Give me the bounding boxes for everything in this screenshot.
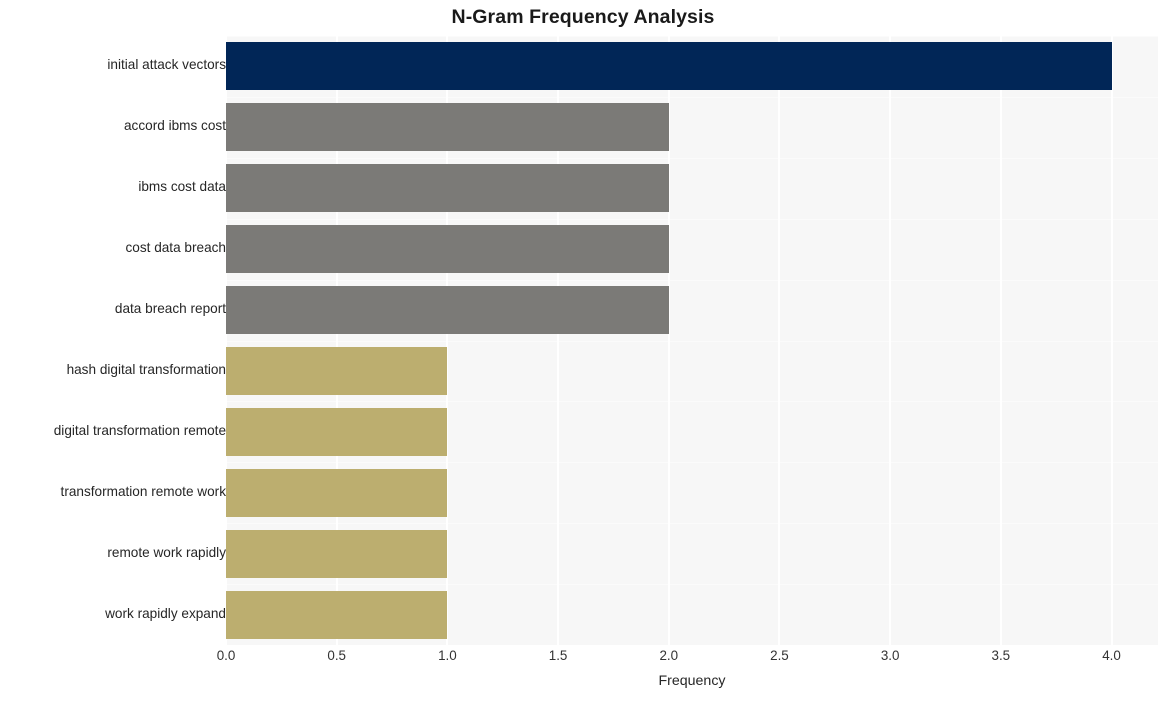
y-tick-label: remote work rapidly — [107, 544, 226, 560]
x-tick-label: 2.0 — [659, 648, 679, 663]
horizontal-gridline — [226, 219, 1158, 220]
horizontal-gridline — [226, 401, 1158, 402]
bar — [226, 346, 448, 395]
bar — [226, 42, 1112, 91]
x-tick-label: 0.0 — [216, 648, 236, 663]
horizontal-gridline — [226, 462, 1158, 463]
y-tick-label: ibms cost data — [138, 179, 226, 195]
bar — [226, 164, 669, 213]
bar — [226, 468, 448, 517]
x-tick-label: 3.0 — [880, 648, 900, 663]
horizontal-gridline — [226, 523, 1158, 524]
vertical-gridline — [1110, 36, 1113, 645]
horizontal-gridline — [226, 341, 1158, 342]
x-tick-label: 0.5 — [327, 648, 346, 663]
x-axis-label: Frequency — [658, 673, 726, 689]
vertical-gridline — [778, 36, 781, 645]
chart-figure: N-Gram Frequency Analysis initial attack… — [0, 0, 1166, 701]
horizontal-gridline — [226, 584, 1158, 585]
bar — [226, 103, 669, 152]
chart-title: N-Gram Frequency Analysis — [451, 6, 715, 28]
vertical-gridline — [999, 36, 1002, 645]
horizontal-gridline — [226, 36, 1158, 37]
x-tick-label: 1.5 — [548, 648, 568, 663]
bar — [226, 529, 448, 578]
vertical-gridline — [889, 36, 892, 645]
x-tick-label: 1.0 — [438, 648, 457, 663]
y-tick-label: digital transformation remote — [53, 422, 226, 438]
y-tick-label: hash digital transformation — [66, 361, 226, 377]
y-tick-label: data breach report — [114, 301, 226, 317]
x-axis-tick-labels: 0.0 0.5 1.0 1.5 2.0 2.5 3.0 3.5 4.0 — [217, 648, 1158, 670]
x-tick-label: 2.5 — [770, 648, 789, 663]
horizontal-gridline — [226, 158, 1158, 159]
y-tick-label: cost data breach — [125, 240, 226, 256]
y-tick-label: work rapidly expand — [105, 605, 226, 621]
y-axis-tick-labels: initial attack vectors accord ibms cost ib… — [0, 36, 226, 645]
y-tick-label: initial attack vectors — [107, 57, 226, 73]
horizontal-gridline — [226, 280, 1158, 281]
horizontal-gridline — [226, 97, 1158, 98]
x-tick-label: 3.5 — [991, 648, 1011, 663]
y-tick-label: transformation remote work — [60, 483, 226, 499]
plot-area — [226, 36, 1158, 645]
bar — [226, 286, 669, 335]
bar — [226, 225, 669, 274]
y-tick-label: accord ibms cost — [124, 118, 226, 134]
bar — [226, 590, 448, 639]
x-tick-label: 4.0 — [1102, 648, 1121, 663]
bar — [226, 407, 448, 456]
